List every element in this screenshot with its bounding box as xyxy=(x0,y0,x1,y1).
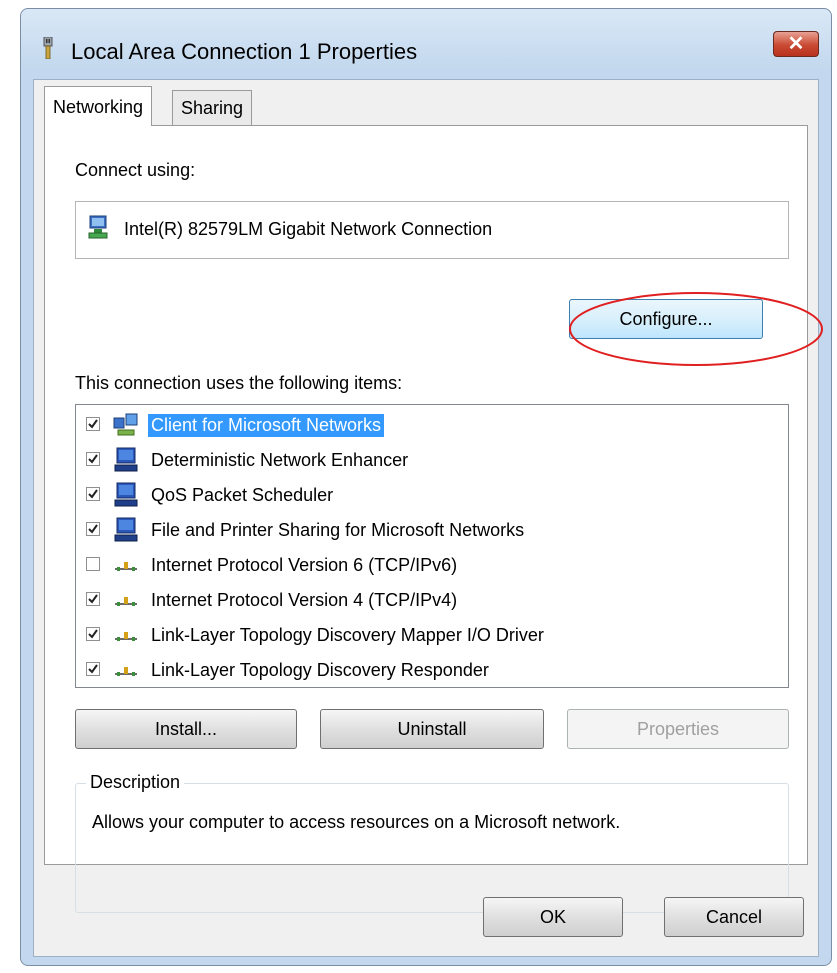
list-item[interactable]: Link-Layer Topology Discovery Responder xyxy=(76,654,788,686)
service-icon xyxy=(114,517,138,542)
properties-button[interactable]: Properties xyxy=(567,709,789,749)
item-checkbox[interactable] xyxy=(86,592,100,606)
title-bar[interactable]: Local Area Connection 1 Properties ✕ xyxy=(21,9,831,79)
tab-networking[interactable]: Networking xyxy=(44,86,153,126)
networking-panel: Connect using: Intel(R) 82579LM Gigabit … xyxy=(44,125,823,913)
adapter-name: Intel(R) 82579LM Gigabit Network Connect… xyxy=(124,219,493,239)
cancel-button[interactable]: Cancel xyxy=(664,897,804,937)
item-checkbox[interactable] xyxy=(86,557,100,571)
tab-sharing[interactable]: Sharing xyxy=(172,90,253,126)
item-label: Internet Protocol Version 6 (TCP/IPv6) xyxy=(151,555,458,575)
items-list[interactable]: Client for Microsoft Networks Determinis… xyxy=(75,404,789,688)
item-label: Internet Protocol Version 4 (TCP/IPv4) xyxy=(151,590,458,610)
adapter-field: Intel(R) 82579LM Gigabit Network Connect… xyxy=(75,201,789,259)
close-icon: ✕ xyxy=(787,33,805,55)
highlight-ellipse xyxy=(569,292,823,366)
item-label: Link-Layer Topology Discovery Responder xyxy=(151,660,489,680)
list-item[interactable]: File and Printer Sharing for Microsoft N… xyxy=(76,514,788,546)
list-item[interactable]: Link-Layer Topology Discovery Mapper I/O… xyxy=(76,619,788,651)
install-button[interactable]: Install... xyxy=(75,709,297,749)
properties-dialog: Local Area Connection 1 Properties ✕ Net… xyxy=(20,8,832,966)
service-icon xyxy=(114,482,138,507)
item-label: Link-Layer Topology Discovery Mapper I/O… xyxy=(151,625,544,645)
description-title: Description xyxy=(86,772,185,793)
list-item[interactable]: QoS Packet Scheduler xyxy=(76,479,788,511)
service-icon xyxy=(114,447,138,472)
list-item[interactable]: Deterministic Network Enhancer xyxy=(76,444,788,476)
network-adapter-icon xyxy=(88,215,108,239)
item-label: Deterministic Network Enhancer xyxy=(151,450,409,470)
uninstall-button[interactable]: Uninstall xyxy=(320,709,544,749)
list-item[interactable]: Client for Microsoft Networks xyxy=(76,409,788,441)
ok-button[interactable]: OK xyxy=(483,897,623,937)
items-label: This connection uses the following items… xyxy=(75,373,403,393)
item-label: QoS Packet Scheduler xyxy=(151,485,334,505)
protocol-icon xyxy=(115,632,137,641)
item-checkbox[interactable] xyxy=(86,487,100,501)
client-icon xyxy=(113,413,138,436)
network-cable-icon xyxy=(43,37,53,59)
protocol-icon xyxy=(115,597,137,606)
item-checkbox[interactable] xyxy=(86,662,100,676)
protocol-icon xyxy=(115,667,137,676)
list-item[interactable]: Internet Protocol Version 6 (TCP/IPv6) xyxy=(76,549,788,581)
protocol-icon xyxy=(115,562,137,571)
list-item[interactable]: Internet Protocol Version 4 (TCP/IPv4) xyxy=(76,584,788,616)
description-group: Description Allows your computer to acce… xyxy=(75,772,789,913)
description-text: Allows your computer to access resources… xyxy=(92,812,621,832)
dialog-client: Networking Sharing Connect using: Intel(… xyxy=(33,79,823,957)
connect-using-label: Connect using: xyxy=(75,160,196,180)
item-checkbox[interactable] xyxy=(86,417,100,431)
window-title: Local Area Connection 1 Properties xyxy=(71,39,418,64)
close-button[interactable]: ✕ xyxy=(773,31,819,57)
item-label: Client for Microsoft Networks xyxy=(148,414,385,437)
item-label: File and Printer Sharing for Microsoft N… xyxy=(151,520,525,540)
item-checkbox[interactable] xyxy=(86,522,100,536)
item-checkbox[interactable] xyxy=(86,452,100,466)
item-checkbox[interactable] xyxy=(86,627,100,641)
